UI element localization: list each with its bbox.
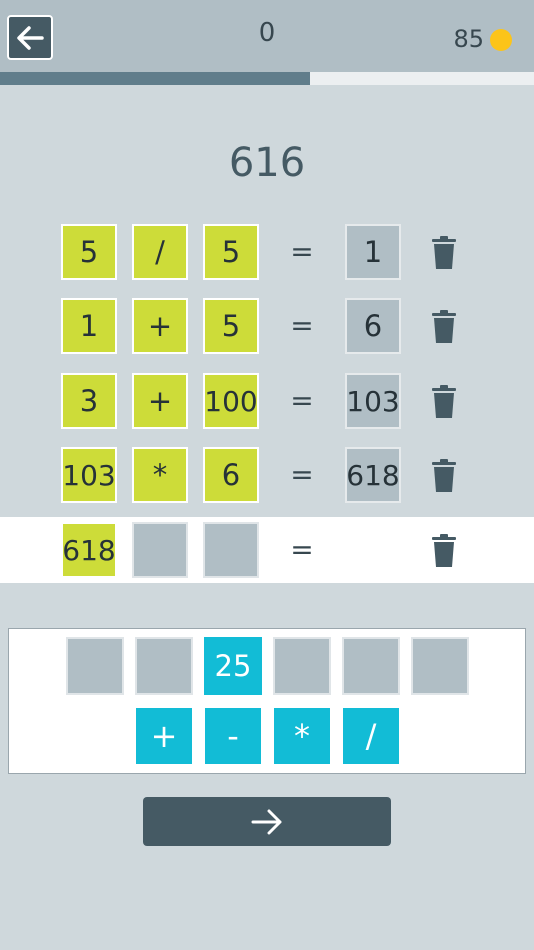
result-cell (345, 522, 401, 578)
equation-row-active: 618 = (0, 517, 534, 583)
operand-b[interactable]: 100 (203, 373, 259, 429)
trash-icon[interactable] (430, 534, 458, 568)
trash-icon[interactable] (430, 236, 458, 270)
operator[interactable]: * (132, 447, 188, 503)
operator[interactable]: + (132, 298, 188, 354)
pool-number-slot[interactable] (342, 637, 400, 695)
header-bar: 0 85 (0, 0, 534, 72)
progress-bar (0, 72, 534, 85)
operand-a[interactable]: 1 (61, 298, 117, 354)
equals-sign: = (290, 384, 314, 417)
operator-plus-button[interactable]: + (136, 708, 192, 764)
submit-button[interactable] (143, 797, 391, 846)
operator-multiply-button[interactable]: * (274, 708, 330, 764)
equation-row: 3 + 100 = 103 (0, 368, 534, 434)
pool-number-tile[interactable]: 25 (204, 637, 262, 695)
equation-row: 5 / 5 = 1 (0, 219, 534, 285)
operator-divide-button[interactable]: / (343, 708, 399, 764)
equation-row: 103 * 6 = 618 (0, 442, 534, 508)
equals-sign: = (290, 309, 314, 342)
trash-icon[interactable] (430, 459, 458, 493)
equals-sign: = (290, 533, 314, 566)
pool-number-slot[interactable] (135, 637, 193, 695)
result-cell[interactable]: 6 (345, 298, 401, 354)
operand-b[interactable]: 5 (203, 298, 259, 354)
operator-minus-button[interactable]: - (205, 708, 261, 764)
pool-number-slot[interactable] (273, 637, 331, 695)
operator[interactable]: + (132, 373, 188, 429)
trash-icon[interactable] (430, 310, 458, 344)
coin-count: 85 (453, 25, 484, 53)
operand-a[interactable]: 103 (61, 447, 117, 503)
trash-icon[interactable] (430, 385, 458, 419)
operator-slot[interactable] (132, 522, 188, 578)
operand-a[interactable]: 3 (61, 373, 117, 429)
equals-sign: = (290, 235, 314, 268)
operator[interactable]: / (132, 224, 188, 280)
progress-fill (0, 72, 310, 85)
operand-b[interactable]: 6 (203, 447, 259, 503)
operand-b[interactable]: 5 (203, 224, 259, 280)
pool-number-slot[interactable] (66, 637, 124, 695)
operand-b-slot[interactable] (203, 522, 259, 578)
number-pool-panel: 25 + - * / (8, 628, 526, 774)
pool-number-slot[interactable] (411, 637, 469, 695)
result-cell[interactable]: 1 (345, 224, 401, 280)
operand-a[interactable]: 618 (61, 522, 117, 578)
coin-icon (490, 29, 512, 51)
operand-a[interactable]: 5 (61, 224, 117, 280)
result-cell[interactable]: 618 (345, 447, 401, 503)
arrow-right-icon (251, 809, 282, 835)
target-number: 616 (228, 140, 306, 186)
equals-sign: = (290, 458, 314, 491)
result-cell[interactable]: 103 (345, 373, 401, 429)
equation-row: 1 + 5 = 6 (0, 293, 534, 359)
